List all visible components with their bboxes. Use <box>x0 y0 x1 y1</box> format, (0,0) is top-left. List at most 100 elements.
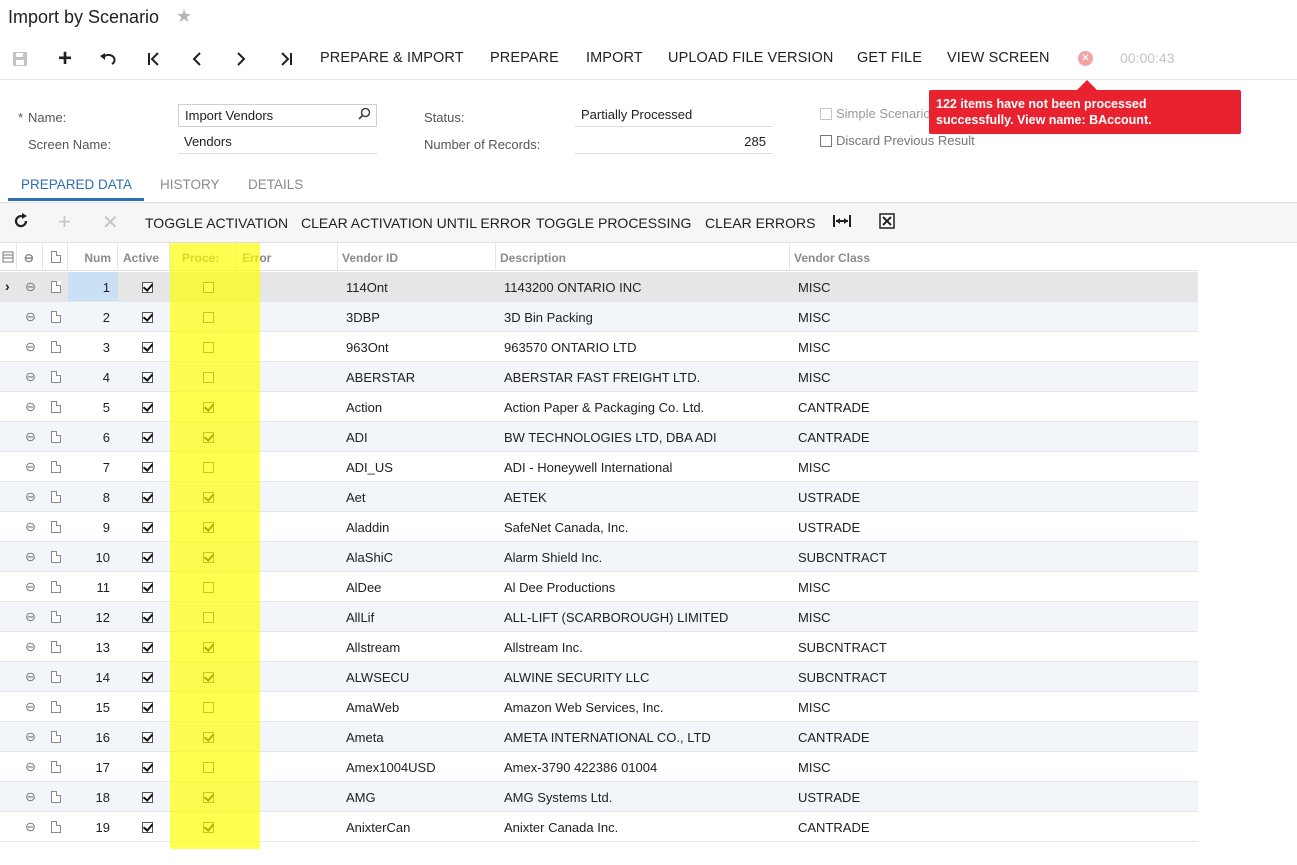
cell-vendor-class[interactable]: CANTRADE <box>790 422 1090 451</box>
column-settings-icon[interactable] <box>0 243 17 271</box>
fit-columns-icon[interactable] <box>833 213 851 234</box>
attachment-icon[interactable]: ⊘ <box>21 817 40 836</box>
cell-error[interactable] <box>237 272 338 301</box>
cell-num[interactable]: 5 <box>68 392 118 421</box>
cell-processed[interactable] <box>170 392 237 421</box>
cell-vendor-class[interactable]: MISC <box>790 362 1090 391</box>
note-icon[interactable] <box>51 281 61 293</box>
active-checkbox[interactable] <box>142 672 153 683</box>
note-icon[interactable] <box>51 521 61 533</box>
cell-error[interactable] <box>237 752 338 781</box>
cell-description[interactable]: Alarm Shield Inc. <box>496 542 790 571</box>
processed-checkbox[interactable] <box>203 312 214 323</box>
attachment-icon[interactable]: ⊘ <box>21 517 40 536</box>
cell-vendor-class[interactable]: MISC <box>790 272 1090 301</box>
active-checkbox[interactable] <box>142 582 153 593</box>
column-header-description[interactable]: Description <box>496 243 790 271</box>
active-checkbox[interactable] <box>142 522 153 533</box>
table-row[interactable]: ⊘ 12 AllLif ALL-LIFT (SCARBOROUGH) LIMITED M… <box>0 602 1198 632</box>
cell-error[interactable] <box>237 302 338 331</box>
column-header-vendor-id[interactable]: Vendor ID <box>338 243 496 271</box>
active-checkbox[interactable] <box>142 312 153 323</box>
attachment-icon[interactable]: ⊘ <box>21 457 40 476</box>
delete-row-icon[interactable]: ✕ <box>102 210 119 235</box>
cell-description[interactable]: 1143200 ONTARIO INC <box>496 272 790 301</box>
cell-active[interactable] <box>118 452 170 481</box>
cell-vendor-id[interactable]: 3DBP <box>338 302 496 331</box>
cell-description[interactable]: 3D Bin Packing <box>496 302 790 331</box>
active-checkbox[interactable] <box>142 432 153 443</box>
cell-active[interactable] <box>118 512 170 541</box>
attachment-icon[interactable]: ⊘ <box>21 637 40 656</box>
cell-num[interactable]: 17 <box>68 752 118 781</box>
cell-active[interactable] <box>118 782 170 811</box>
cell-active[interactable] <box>118 632 170 661</box>
cell-vendor-id[interactable]: Ameta <box>338 722 496 751</box>
attachment-icon[interactable]: ⊘ <box>21 367 40 386</box>
note-icon[interactable] <box>51 821 61 833</box>
simple-scenario-checkbox[interactable]: Simple Scenario <box>820 106 931 121</box>
cell-active[interactable] <box>118 482 170 511</box>
cell-num[interactable]: 10 <box>68 542 118 571</box>
note-icon[interactable] <box>51 731 61 743</box>
active-checkbox[interactable] <box>142 402 153 413</box>
processed-checkbox[interactable] <box>203 522 214 533</box>
processed-checkbox[interactable] <box>203 342 214 353</box>
table-row[interactable]: ⊘ 2 3DBP 3D Bin Packing MISC <box>0 302 1198 332</box>
table-row[interactable]: ⊘ 8 Aet AETEK USTRADE <box>0 482 1198 512</box>
processed-checkbox[interactable] <box>203 402 214 413</box>
table-row[interactable]: ⊘ 7 ADI_US ADI - Honeywell International MIS… <box>0 452 1198 482</box>
cell-vendor-id[interactable]: 114Ont <box>338 272 496 301</box>
cell-vendor-class[interactable]: MISC <box>790 332 1090 361</box>
cell-description[interactable]: Allstream Inc. <box>496 632 790 661</box>
cell-description[interactable]: Amex-3790 422386 01004 <box>496 752 790 781</box>
cell-num[interactable]: 6 <box>68 422 118 451</box>
tab-details[interactable]: DETAILS <box>248 177 303 192</box>
active-checkbox[interactable] <box>142 702 153 713</box>
column-header-active[interactable]: Active <box>118 243 170 271</box>
undo-icon[interactable] <box>97 48 121 70</box>
cell-active[interactable] <box>118 542 170 571</box>
active-checkbox[interactable] <box>142 552 153 563</box>
cell-active[interactable] <box>118 422 170 451</box>
active-checkbox[interactable] <box>142 282 153 293</box>
cell-description[interactable]: AMETA INTERNATIONAL CO., LTD <box>496 722 790 751</box>
cell-description[interactable]: Al Dee Productions <box>496 572 790 601</box>
column-header-vendor-class[interactable]: Vendor Class <box>790 243 1198 271</box>
cell-processed[interactable] <box>170 332 237 361</box>
note-icon[interactable] <box>51 791 61 803</box>
cell-active[interactable] <box>118 752 170 781</box>
toggle-activation-button[interactable]: TOGGLE ACTIVATION <box>145 215 288 231</box>
toggle-processing-button[interactable]: TOGGLE PROCESSING <box>536 215 691 231</box>
cell-processed[interactable] <box>170 782 237 811</box>
cell-vendor-id[interactable]: AlaShiC <box>338 542 496 571</box>
cell-processed[interactable] <box>170 272 237 301</box>
cell-description[interactable]: Action Paper & Packaging Co. Ltd. <box>496 392 790 421</box>
cell-vendor-id[interactable]: 963Ont <box>338 332 496 361</box>
attachment-icon[interactable]: ⊘ <box>21 547 40 566</box>
cell-processed[interactable] <box>170 692 237 721</box>
processed-checkbox[interactable] <box>203 792 214 803</box>
tab-prepared-data[interactable]: PREPARED DATA <box>21 177 132 192</box>
cell-processed[interactable] <box>170 542 237 571</box>
cell-active[interactable] <box>118 272 170 301</box>
table-row[interactable]: ⊘ 6 ADI BW TECHNOLOGIES LTD, DBA ADI CANTRAD… <box>0 422 1198 452</box>
cell-active[interactable] <box>118 812 170 841</box>
table-row[interactable]: ⊘ 15 AmaWeb Amazon Web Services, Inc. MISC <box>0 692 1198 722</box>
attachment-icon[interactable]: ⊘ <box>21 277 40 296</box>
processed-checkbox[interactable] <box>203 432 214 443</box>
cell-active[interactable] <box>118 572 170 601</box>
cell-description[interactable]: ABERSTAR FAST FREIGHT LTD. <box>496 362 790 391</box>
cell-active[interactable] <box>118 662 170 691</box>
cell-description[interactable]: AMG Systems Ltd. <box>496 782 790 811</box>
processed-checkbox[interactable] <box>203 732 214 743</box>
cell-active[interactable] <box>118 362 170 391</box>
table-row[interactable]: ⊘ 10 AlaShiC Alarm Shield Inc. SUBCNTRACT <box>0 542 1198 572</box>
clear-activation-button[interactable]: CLEAR ACTIVATION UNTIL ERROR <box>301 215 531 231</box>
first-record-icon[interactable] <box>142 48 166 70</box>
add-row-icon[interactable]: + <box>58 209 71 235</box>
active-checkbox[interactable] <box>142 612 153 623</box>
active-checkbox[interactable] <box>142 372 153 383</box>
cell-active[interactable] <box>118 392 170 421</box>
cell-processed[interactable] <box>170 422 237 451</box>
